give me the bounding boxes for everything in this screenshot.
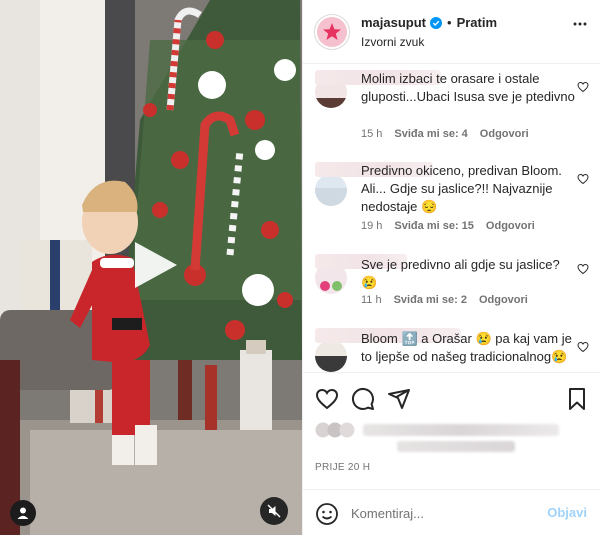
comment-input[interactable]: [351, 503, 531, 523]
comment-composer: Objavi: [303, 489, 600, 535]
comment-meta: 11 h Sviđa mi se: 2 Odgovori: [361, 294, 528, 306]
heart-icon[interactable]: [577, 263, 589, 275]
verified-badge-icon: [430, 16, 443, 29]
post-comment-button[interactable]: Objavi: [547, 505, 587, 520]
more-options-icon[interactable]: [573, 22, 587, 26]
commenter-avatar[interactable]: [315, 340, 347, 372]
star-logo-icon: [323, 23, 341, 40]
audio-label[interactable]: Izvorni zvuk: [361, 35, 424, 49]
comment-item: Molim izbaci te orasare i ostale glupost…: [303, 64, 600, 146]
comment-time: 11 h: [361, 294, 382, 306]
send-icon[interactable]: [387, 387, 411, 411]
comment-item: Sve je predivno ali gdje su jaslice?😢 11…: [303, 250, 600, 312]
comment-time: 15 h: [361, 128, 383, 140]
comment-meta: 15 h Sviđa mi se: 4 Odgovori: [361, 128, 529, 140]
comment-text: Sve je predivno ali gdje su jaslice?😢: [361, 257, 560, 290]
username[interactable]: majasuput: [361, 15, 426, 30]
reply-button[interactable]: Odgovori: [479, 294, 528, 306]
post-actions: [303, 372, 600, 420]
commenter-avatar[interactable]: [315, 174, 347, 206]
comment-icon[interactable]: [351, 387, 375, 411]
redacted-likes-text: [397, 441, 515, 452]
comment-meta: 19 h Sviđa mi se: 15 Odgovori: [361, 220, 535, 232]
comment-text: Predivno okiceno, predivan Bloom. Ali...…: [361, 163, 562, 214]
post-header: majasuput • Pratim Izvorni zvuk: [303, 0, 600, 64]
user-tag-icon: [17, 507, 29, 519]
comment-text: Molim izbaci te orasare i ostale glupost…: [361, 71, 575, 104]
video-media[interactable]: [0, 0, 302, 535]
heart-icon[interactable]: [577, 341, 589, 353]
comment-likes[interactable]: Sviđa mi se: 15: [394, 220, 474, 232]
reply-button[interactable]: Odgovori: [480, 128, 529, 140]
post-timestamp: PRIJE 20 H: [315, 462, 371, 473]
play-button[interactable]: [123, 236, 181, 294]
comment-text: Bloom 🔝 a Orašar 😢 pa kaj vam je to ljep…: [361, 331, 572, 364]
play-icon: [135, 242, 177, 288]
comments-list[interactable]: Molim izbaci te orasare i ostale glupost…: [303, 64, 600, 372]
user-tag-button[interactable]: [10, 500, 36, 526]
heart-icon[interactable]: [315, 387, 339, 411]
avatar[interactable]: [314, 14, 350, 50]
comment-likes[interactable]: Sviđa mi se: 4: [394, 128, 467, 140]
heart-icon[interactable]: [577, 81, 589, 93]
emoji-icon[interactable]: [315, 502, 339, 526]
follow-button[interactable]: Pratim: [457, 15, 497, 30]
comment-time: 19 h: [361, 220, 383, 232]
heart-icon[interactable]: [577, 173, 589, 185]
comment-likes[interactable]: Sviđa mi se: 2: [394, 294, 467, 306]
comment-item: Predivno okiceno, predivan Bloom. Ali...…: [303, 156, 600, 240]
liker-avatars: [315, 422, 355, 438]
mute-button[interactable]: [260, 497, 288, 525]
bookmark-icon[interactable]: [565, 387, 589, 411]
reply-button[interactable]: Odgovori: [486, 220, 535, 232]
likes-summary[interactable]: [315, 420, 587, 456]
separator-dot: •: [447, 15, 452, 30]
comment-item: Bloom 🔝 a Orašar 😢 pa kaj vam je to ljep…: [303, 324, 600, 372]
redacted-likes-text: [363, 424, 559, 436]
post-panel: majasuput • Pratim Izvorni zvuk Molim iz…: [302, 0, 600, 535]
muted-speaker-icon: [267, 504, 281, 518]
